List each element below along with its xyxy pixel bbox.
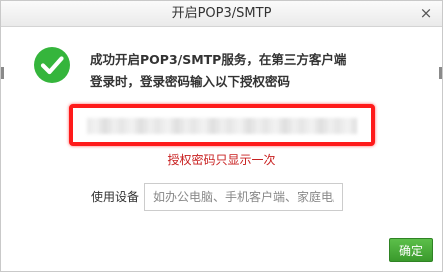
redacted-authorization-code	[87, 118, 357, 134]
background-edge-mark	[439, 67, 442, 79]
show-once-hint: 授权密码只显示一次	[167, 153, 276, 167]
device-input[interactable]	[144, 183, 343, 211]
authorization-code-box	[69, 104, 375, 146]
check-circle-icon	[34, 47, 70, 83]
dialog-title-bar: 开启POP3/SMTP ×	[1, 1, 442, 27]
success-message-line-1: 成功开启POP3/SMTP服务，在第三方客户端	[90, 52, 347, 67]
confirm-button[interactable]: 确定	[389, 238, 433, 262]
pop3-smtp-dialog: 开启POP3/SMTP × 成功开启POP3/SMTP服务，在第三方客户端 登录…	[0, 0, 443, 272]
dialog-title: 开启POP3/SMTP	[171, 6, 272, 21]
device-label: 使用设备	[91, 190, 140, 204]
success-message-line-2: 登录时，登录密码输入以下授权密码	[90, 74, 291, 89]
background-edge-mark	[1, 67, 4, 79]
success-message: 成功开启POP3/SMTP服务，在第三方客户端 登录时，登录密码输入以下授权密码	[90, 49, 390, 93]
close-icon[interactable]: ×	[418, 5, 434, 21]
